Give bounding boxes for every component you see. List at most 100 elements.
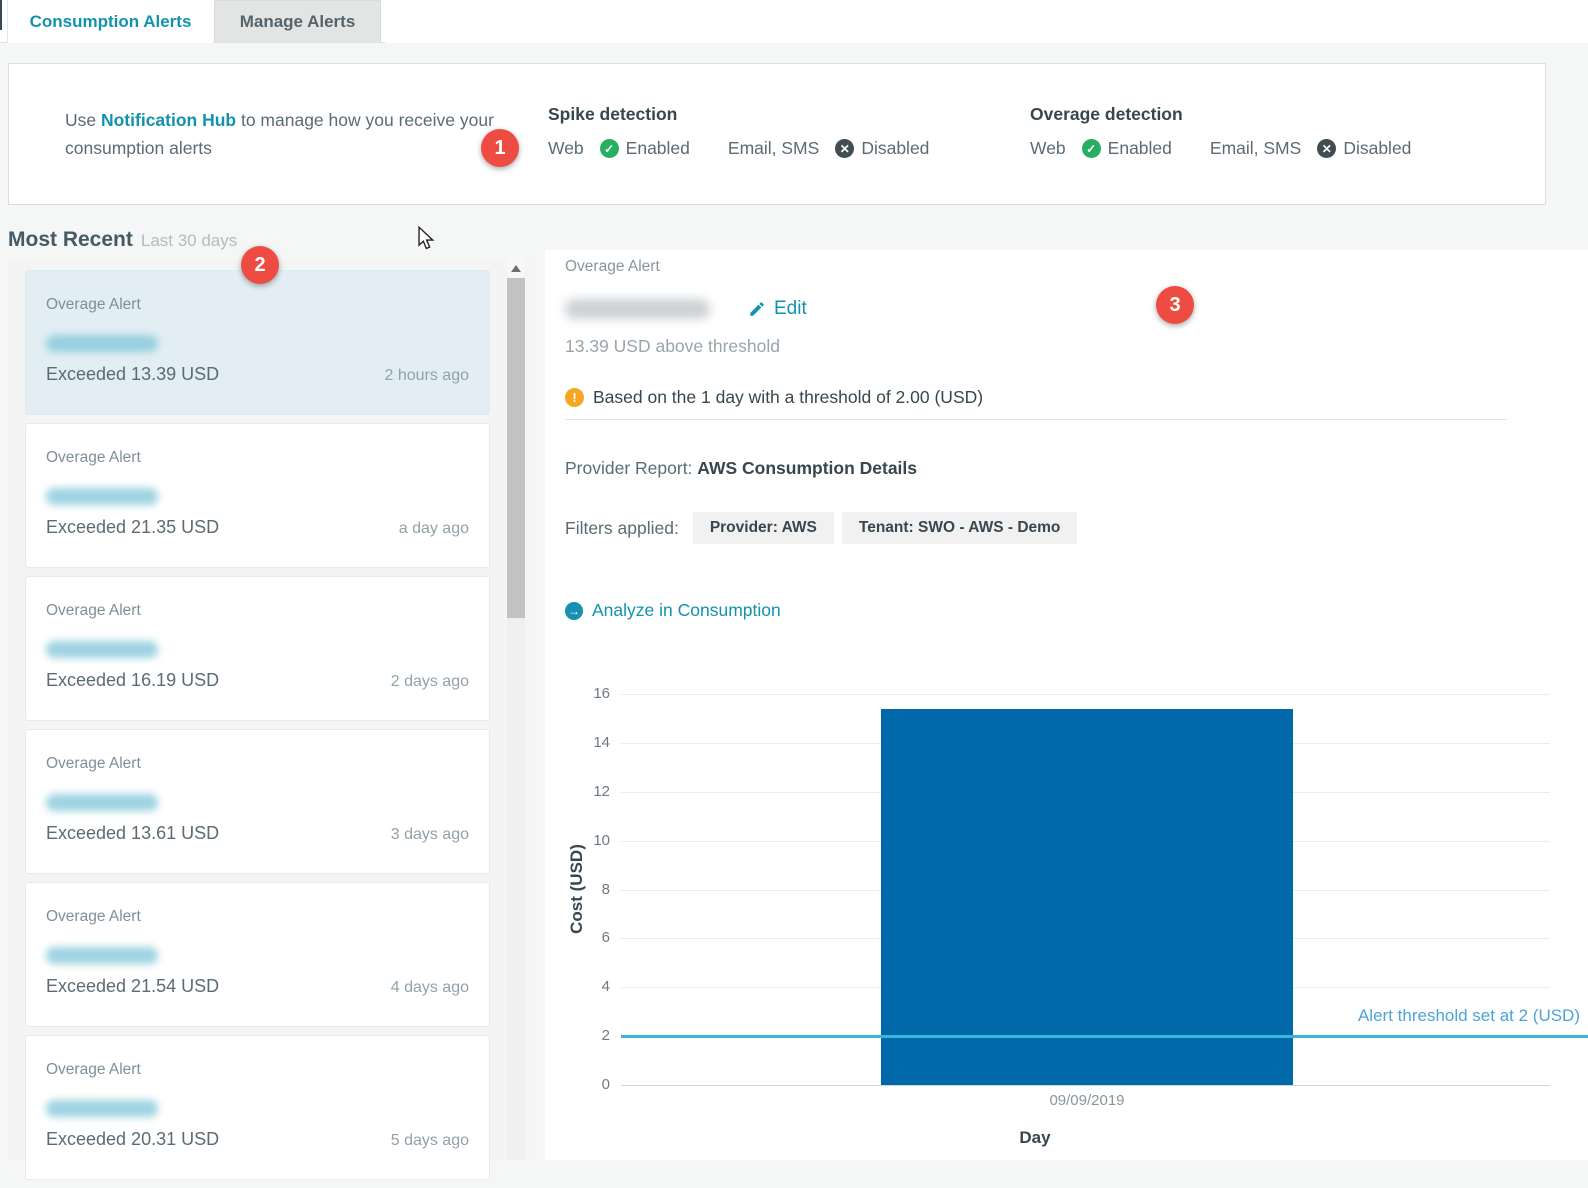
alert-exceeded-text: Exceeded 21.35 USD: [46, 517, 219, 538]
alert-type-label: Overage Alert: [46, 602, 141, 620]
threshold-line: [621, 1035, 1588, 1038]
overage-email-label: Email, SMS: [1210, 138, 1301, 159]
spike-detection-section: Spike detection Web ✓ Enabled Email, SMS…: [548, 104, 929, 159]
most-recent-subtitle: Last 30 days: [141, 231, 237, 250]
provider-report: Provider Report: AWS Consumption Details: [565, 458, 917, 479]
chart: Cost (USD) 09/09/2019 Day Alert threshol…: [545, 640, 1588, 1160]
alert-detail-panel: Overage Alert Edit 13.39 USD above thres…: [545, 250, 1588, 1160]
notification-message: Use Notification Hub to manage how you r…: [65, 106, 510, 162]
detail-category-label: Overage Alert: [565, 258, 660, 276]
analyze-link-label: Analyze in Consumption: [592, 600, 781, 621]
scrollbar-thumb[interactable]: [507, 278, 525, 618]
y-tick-label: 6: [545, 929, 610, 946]
overage-web-label: Web: [1030, 138, 1066, 159]
window-edge: [0, 0, 2, 30]
threshold-note: ! Based on the 1 day with a threshold of…: [565, 387, 983, 408]
alert-time: a day ago: [399, 520, 469, 538]
scrollbar-up-button[interactable]: [507, 258, 525, 278]
pencil-icon: [748, 300, 766, 318]
divider: [565, 419, 1507, 420]
alert-card[interactable]: Overage Alert Exceeded 13.39 USD 2 hours a…: [25, 270, 490, 415]
y-tick-label: 0: [545, 1076, 610, 1093]
check-circle-icon: ✓: [1082, 139, 1101, 158]
alert-exceeded-text: Exceeded 20.31 USD: [46, 1129, 219, 1150]
up-arrow-icon: [511, 265, 521, 272]
warning-icon: !: [565, 388, 584, 407]
above-threshold-text: 13.39 USD above threshold: [565, 336, 780, 357]
alert-time: 4 days ago: [391, 979, 469, 997]
x-tick-label: 09/09/2019: [1007, 1092, 1167, 1109]
y-tick-label: 14: [545, 734, 610, 751]
alert-exceeded-text: Exceeded 21.54 USD: [46, 976, 219, 997]
y-tick-label: 16: [545, 685, 610, 702]
filter-chip-tenant: Tenant: SWO - AWS - Demo: [842, 512, 1078, 544]
notification-hub-link[interactable]: Notification Hub: [101, 110, 236, 130]
overage-detection-title: Overage detection: [1030, 104, 1411, 125]
tab-consumption-alerts[interactable]: Consumption Alerts: [7, 0, 213, 43]
provider-report-value: AWS Consumption Details: [697, 458, 917, 478]
overage-detection-section: Overage detection Web ✓ Enabled Email, S…: [1030, 104, 1411, 159]
spike-web-label: Web: [548, 138, 584, 159]
notification-settings-box: Use Notification Hub to manage how you r…: [8, 63, 1546, 205]
most-recent-title: Most Recent: [8, 228, 133, 251]
overage-email-status: Disabled: [1343, 138, 1411, 159]
spike-detection-title: Spike detection: [548, 104, 929, 125]
x-circle-icon: ✕: [1317, 139, 1336, 158]
alert-time: 5 days ago: [391, 1132, 469, 1150]
alert-type-label: Overage Alert: [46, 296, 141, 314]
analyze-in-consumption-link[interactable]: → Analyze in Consumption: [565, 600, 781, 621]
y-tick-label: 10: [545, 832, 610, 849]
alert-card[interactable]: Overage Alert Exceeded 16.19 USD 2 days ag…: [25, 576, 490, 721]
alert-type-label: Overage Alert: [46, 449, 141, 467]
edit-button[interactable]: Edit: [748, 298, 807, 320]
spike-web-status: Enabled: [626, 138, 690, 159]
provider-report-label: Provider Report:: [565, 458, 697, 478]
spike-email-label: Email, SMS: [728, 138, 819, 159]
x-circle-icon: ✕: [835, 139, 854, 158]
alert-list-panel: Overage Alert Exceeded 13.39 USD 2 hours a…: [8, 258, 535, 1160]
alert-card[interactable]: Overage Alert Exceeded 20.31 USD 5 days ag…: [25, 1035, 490, 1180]
overage-web-status: Enabled: [1108, 138, 1172, 159]
most-recent-header: Most Recent Last 30 days: [8, 228, 237, 252]
check-circle-icon: ✓: [600, 139, 619, 158]
redacted-product-name: [46, 488, 158, 505]
alert-list: Overage Alert Exceeded 13.39 USD 2 hours a…: [25, 270, 490, 1188]
threshold-label: Alert threshold set at 2 (USD): [1145, 1006, 1580, 1026]
alert-type-label: Overage Alert: [46, 1061, 141, 1079]
alert-time: 2 hours ago: [384, 367, 469, 385]
alert-time: 2 days ago: [391, 673, 469, 691]
y-tick-label: 2: [545, 1027, 610, 1044]
redacted-product-name: [46, 794, 158, 811]
annotation-badge-3: 3: [1156, 286, 1194, 324]
alert-card[interactable]: Overage AlertExceeded 13.61 USD3 days ag…: [25, 729, 490, 874]
filter-chip-provider: Provider: AWS: [693, 512, 834, 544]
spike-email-status: Disabled: [861, 138, 929, 159]
redacted-product-name: [565, 299, 710, 319]
annotation-badge-1: 1: [481, 129, 519, 167]
redacted-product-name: [46, 335, 158, 352]
alert-exceeded-text: Exceeded 13.39 USD: [46, 364, 219, 385]
alert-type-label: Overage Alert: [46, 755, 141, 773]
x-axis-title: Day: [985, 1128, 1085, 1148]
alert-type-label: Overage Alert: [46, 908, 141, 926]
alert-time: 3 days ago: [391, 826, 469, 844]
gridline: [621, 694, 1550, 695]
alert-exceeded-text: Exceeded 16.19 USD: [46, 670, 219, 691]
redacted-product-name: [46, 947, 158, 964]
notification-message-prefix: Use: [65, 110, 101, 130]
chart-bar: [881, 709, 1293, 1085]
threshold-note-text: Based on the 1 day with a threshold of 2…: [593, 387, 983, 408]
y-tick-label: 8: [545, 881, 610, 898]
tab-manage-alerts[interactable]: Manage Alerts: [214, 0, 381, 43]
arrow-circle-icon: →: [565, 602, 583, 620]
annotation-badge-2: 2: [241, 246, 279, 284]
y-tick-label: 12: [545, 783, 610, 800]
alert-card[interactable]: Overage Alert Exceeded 21.54 USD 4 days ag…: [25, 882, 490, 1027]
alert-card[interactable]: Overage Alert Exceeded 21.35 USD a day ago: [25, 423, 490, 568]
scrollbar[interactable]: [507, 258, 525, 1160]
filters-applied-label: Filters applied:: [565, 518, 679, 539]
edit-button-label: Edit: [774, 298, 807, 320]
gridline: [621, 1085, 1550, 1086]
filters-applied-row: Filters applied: Provider: AWS Tenant: S…: [565, 512, 1085, 544]
redacted-product-name: [46, 1100, 158, 1117]
